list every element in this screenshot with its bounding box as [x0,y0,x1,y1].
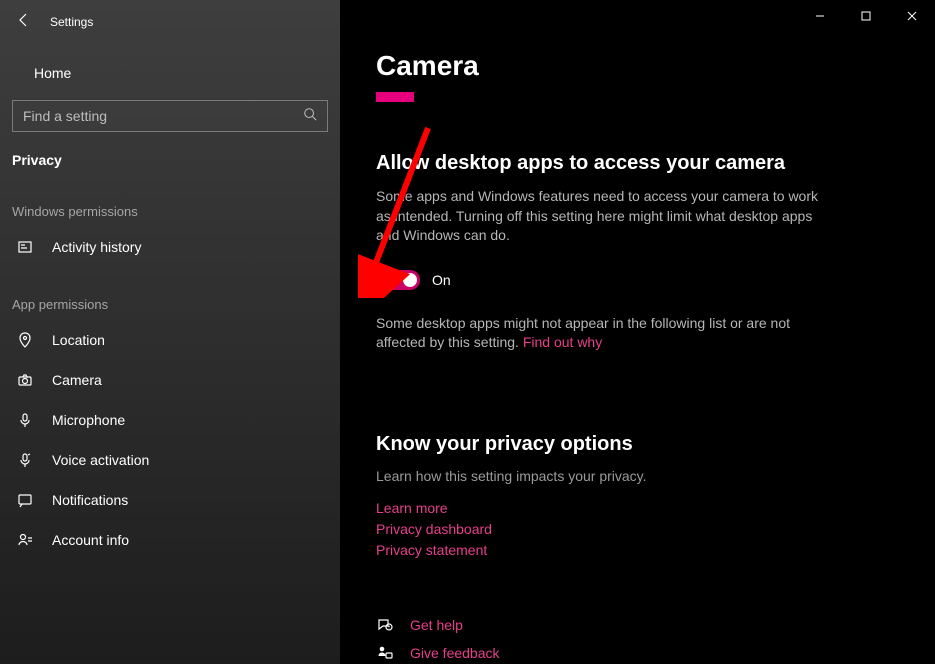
sidebar-item-home[interactable]: Home [0,54,340,92]
search-box[interactable] [12,100,328,132]
privacy-statement-link[interactable]: Privacy statement [376,540,899,561]
sidebar-item-location[interactable]: Location [0,320,340,360]
window-title: Settings [50,15,93,29]
give-feedback-link[interactable]: Give feedback [410,645,500,661]
account-info-icon [16,532,34,548]
sidebar-item-account-info[interactable]: Account info [0,520,340,560]
sidebar-item-label: Microphone [52,412,125,428]
microphone-icon [16,412,34,428]
notifications-icon [16,492,34,508]
activity-history-icon [16,239,34,255]
search-icon [303,107,317,126]
get-help-link[interactable]: Get help [410,617,463,633]
allow-desktop-apps-toggle[interactable] [376,270,420,290]
find-out-why-link[interactable]: Find out why [523,334,602,350]
home-label: Home [34,65,71,81]
toggle-knob [403,273,417,287]
sidebar-item-label: Location [52,332,105,348]
back-icon[interactable] [16,12,32,33]
sidebar-item-label: Notifications [52,492,128,508]
sidebar-item-notifications[interactable]: Notifications [0,480,340,520]
titlebar: Settings [0,0,340,44]
sidebar-item-label: Activity history [52,239,141,255]
section-app-permissions: App permissions [0,267,340,320]
sidebar: Settings Home Privacy Windows permission… [0,0,340,664]
give-feedback-icon [376,645,394,661]
voice-activation-icon [16,452,34,468]
search-input[interactable] [23,108,263,124]
location-icon [16,332,34,348]
know-privacy-subtitle: Learn how this setting impacts your priv… [376,468,899,484]
camera-icon [16,372,34,388]
allow-desktop-apps-heading: Allow desktop apps to access your camera [376,152,899,175]
content-area: Camera Allow desktop apps to access your… [340,0,935,664]
window-controls [797,0,935,32]
pink-accent-bar [376,92,414,102]
sidebar-item-camera[interactable]: Camera [0,360,340,400]
sidebar-item-activity-history[interactable]: Activity history [0,227,340,267]
give-feedback-row[interactable]: Give feedback [376,639,899,664]
section-windows-permissions: Windows permissions [0,174,340,227]
sidebar-item-label: Voice activation [52,452,149,468]
get-help-row[interactable]: Get help [376,611,899,639]
privacy-dashboard-link[interactable]: Privacy dashboard [376,519,899,540]
learn-more-link[interactable]: Learn more [376,498,899,519]
close-button[interactable] [889,0,935,32]
allow-desktop-apps-body: Some apps and Windows features need to a… [376,187,836,246]
know-privacy-heading: Know your privacy options [376,433,899,456]
sidebar-item-label: Camera [52,372,102,388]
sidebar-item-voice-activation[interactable]: Voice activation [0,440,340,480]
maximize-button[interactable] [843,0,889,32]
desktop-apps-note: Some desktop apps might not appear in th… [376,314,836,353]
toggle-state-label: On [432,272,451,288]
sidebar-item-label: Account info [52,532,129,548]
get-help-icon [376,617,394,633]
minimize-button[interactable] [797,0,843,32]
privacy-label: Privacy [0,140,340,174]
page-title: Camera [376,50,899,82]
sidebar-item-microphone[interactable]: Microphone [0,400,340,440]
